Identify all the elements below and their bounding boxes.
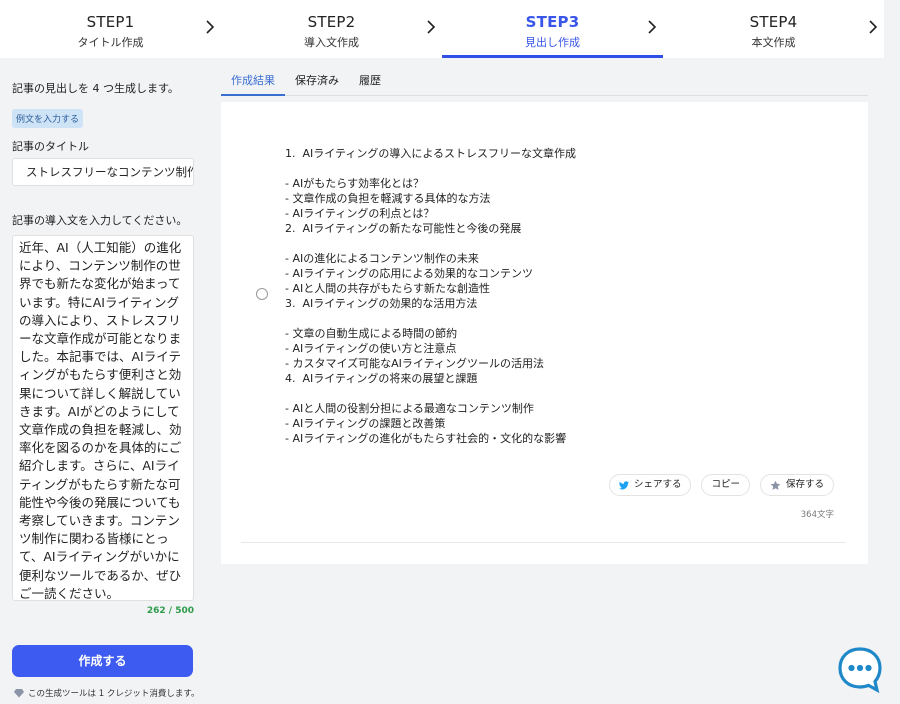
result-tabs: 作成結果 保存済み 履歴 <box>221 66 868 96</box>
tab-saved[interactable]: 保存済み <box>285 66 349 96</box>
star-icon <box>770 480 781 490</box>
step-name: 導入文作成 <box>304 36 359 49</box>
share-button[interactable]: シェアする <box>608 474 692 496</box>
intro-label: 記事の導入文を入力してください。 <box>12 214 188 227</box>
result-card: 1. AIライティングの導入によるストレスフリーな文章作成 - AIがもたらす効… <box>221 102 868 564</box>
chevron-right-icon <box>206 20 215 34</box>
result-actions: シェアする コピー 保存する <box>608 474 834 496</box>
input-panel: 記事の見出しを 4 つ生成します。 例文を入力する 記事のタイトル ストレスフリ… <box>0 58 204 704</box>
step-number: STEP3 <box>525 13 580 31</box>
step-number: STEP2 <box>307 13 356 31</box>
step-header: STEP1 タイトル作成 STEP2 導入文作成 STEP3 見出し作成 STE… <box>0 0 884 58</box>
step-number: STEP1 <box>86 13 135 31</box>
share-label: シェアする <box>633 479 682 490</box>
step-1[interactable]: STEP1 タイトル作成 <box>0 0 221 58</box>
chat-bubble-icon[interactable] <box>836 646 884 694</box>
step-name: 本文作成 <box>751 36 796 49</box>
intro-text: 記事の見出しを 4 つ生成します。 <box>12 82 179 95</box>
copy-button[interactable]: コピー <box>701 474 750 496</box>
example-button[interactable]: 例文を入力する <box>12 109 84 128</box>
chevron-right-icon <box>648 20 657 34</box>
chevron-right-icon <box>869 20 878 34</box>
result-select-radio[interactable] <box>256 288 268 300</box>
step-name: 見出し作成 <box>525 36 580 49</box>
result-text: 1. AIライティングの導入によるストレスフリーな文章作成 - AIがもたらす効… <box>285 147 577 445</box>
copy-label: コピー <box>711 479 740 490</box>
title-label: 記事のタイトル <box>12 140 89 153</box>
divider <box>241 542 846 543</box>
tab-results[interactable]: 作成結果 <box>221 66 285 96</box>
result-char-count: 364文字 <box>800 510 834 520</box>
step-number: STEP4 <box>749 13 798 31</box>
chevron-right-icon <box>427 20 436 34</box>
step-3[interactable]: STEP3 見出し作成 <box>442 0 663 58</box>
char-counter: 262 / 500 <box>146 606 194 616</box>
step-name: タイトル作成 <box>77 36 144 49</box>
intro-textarea[interactable]: 近年、AI（人工知能）の進化により、コンテンツ制作の世界でも新たな変化が始まって… <box>12 235 194 601</box>
twitter-icon <box>618 480 629 489</box>
diamond-icon <box>14 689 24 698</box>
credit-note: この生成ツールは 1 クレジット消費します。 <box>14 687 199 699</box>
step-4[interactable]: STEP4 本文作成 <box>663 0 884 58</box>
credit-text: この生成ツールは 1 クレジット消費します。 <box>28 689 200 699</box>
create-button[interactable]: 作成する <box>12 645 193 677</box>
save-button[interactable]: 保存する <box>759 474 834 496</box>
save-label: 保存する <box>785 479 824 490</box>
tab-history[interactable]: 履歴 <box>349 66 391 96</box>
title-input[interactable]: ストレスフリーなコンテンツ制作 <box>12 158 194 186</box>
step-2[interactable]: STEP2 導入文作成 <box>221 0 442 58</box>
